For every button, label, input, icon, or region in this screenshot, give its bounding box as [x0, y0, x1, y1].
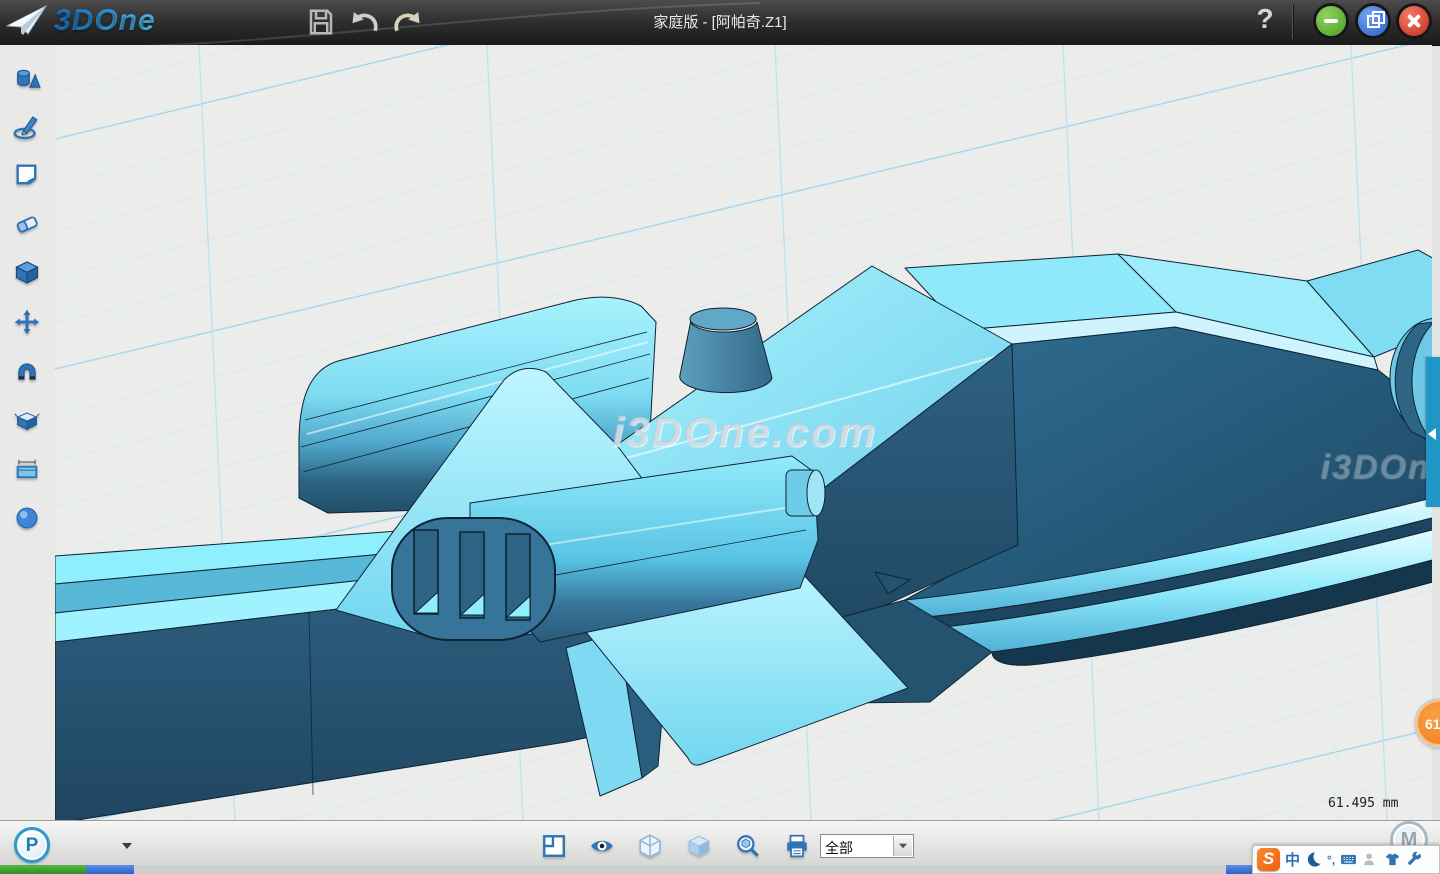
measurement-readout: 61.495 mm: [1328, 796, 1398, 811]
display-filter-value: 全部: [825, 838, 853, 858]
model-geometry: [55, 250, 1432, 820]
solid-cube-icon[interactable]: [13, 259, 41, 287]
application-window: { "window": { "brand": "3DOne", "title":…: [0, 0, 1440, 874]
minimize-button[interactable]: [1316, 6, 1346, 36]
print-icon[interactable]: [784, 833, 810, 859]
close-button[interactable]: [1399, 6, 1429, 36]
magnet-icon[interactable]: [13, 357, 41, 385]
title-bar: 3DOne 家庭版 - [阿帕奇.Z1] ?: [0, 0, 1440, 46]
zoom-cube-icon[interactable]: [735, 833, 761, 859]
move-icon[interactable]: [13, 308, 41, 336]
keyboard-icon[interactable]: [1340, 851, 1357, 868]
titlebar-separator: [1292, 5, 1293, 39]
taskbar-blue-segment: [86, 865, 134, 874]
restore-button[interactable]: [1358, 6, 1388, 36]
shaded-cube-icon[interactable]: [686, 833, 712, 859]
tool-sidebar: [0, 45, 56, 820]
ime-toolbar: S 中 °,: [1252, 845, 1440, 874]
trough-icon[interactable]: [13, 455, 41, 483]
primitive-shapes-icon[interactable]: [13, 65, 41, 93]
taskbar-strip: [0, 865, 1440, 874]
plan-view-button[interactable]: P: [14, 827, 50, 863]
view-layout-icon[interactable]: [541, 833, 567, 859]
model-3d: [55, 45, 1432, 820]
collapsed-panel-tab[interactable]: [1426, 357, 1440, 507]
chevron-down-icon: [899, 844, 907, 849]
combine-box-icon[interactable]: [13, 406, 41, 434]
punctuation-icon[interactable]: °,: [1327, 853, 1335, 867]
wireframe-cube-icon[interactable]: [637, 833, 663, 859]
bottom-toolbar: P 全部: [0, 820, 1440, 866]
viewport-3d[interactable]: i3DOne.com i3DOne.com 61.495 mm: [55, 45, 1432, 821]
window-title: 家庭版 - [阿帕奇.Z1]: [0, 0, 1440, 45]
restore-icon: [1367, 15, 1380, 28]
tshirt-icon[interactable]: [1384, 851, 1401, 868]
sketch-pen-icon[interactable]: [13, 113, 41, 141]
help-button[interactable]: ?: [1250, 3, 1280, 35]
visibility-eye-icon[interactable]: [589, 833, 615, 859]
sketch-plane-icon[interactable]: [13, 161, 41, 189]
expand-left-icon: [1428, 428, 1436, 440]
minimize-icon: [1324, 19, 1338, 23]
sogou-logo-icon[interactable]: S: [1257, 848, 1280, 871]
eraser-icon[interactable]: [13, 210, 41, 238]
plan-dropdown-caret[interactable]: [122, 843, 132, 849]
user-icon[interactable]: [1362, 851, 1379, 868]
taskbar-green-segment: [0, 865, 86, 874]
chinese-mode-icon[interactable]: 中: [1285, 849, 1300, 870]
material-sphere-icon[interactable]: [13, 504, 41, 532]
dropdown-arrow-button[interactable]: [893, 836, 912, 856]
wrench-icon[interactable]: [1406, 851, 1423, 868]
moon-icon[interactable]: [1305, 851, 1322, 868]
display-filter-select[interactable]: 全部: [820, 834, 914, 858]
